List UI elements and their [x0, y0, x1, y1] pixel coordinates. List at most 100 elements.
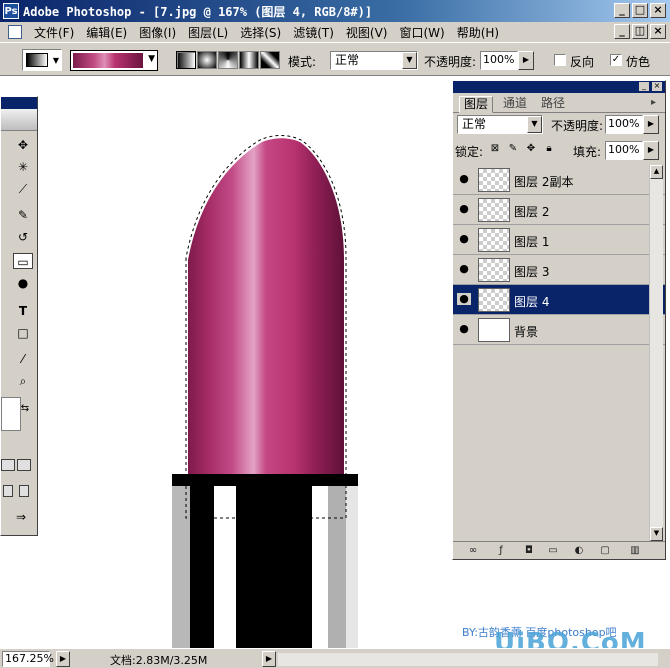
menu-filter[interactable]: 滤镜(T)	[287, 24, 340, 41]
layer-row-selected[interactable]: ● 图层 4	[453, 285, 665, 315]
lock-all-icon[interactable]: 🔒︎	[541, 141, 557, 157]
zoom-tool-icon[interactable]: ⌕	[15, 373, 31, 389]
horizontal-scrollbar[interactable]	[278, 653, 658, 666]
panel-header[interactable]: _ ×	[453, 81, 665, 93]
blend-mode-value: 正常	[462, 117, 487, 131]
document-info: 文档:2.83M/3.25M	[110, 654, 208, 667]
maximize-button[interactable]: □	[632, 3, 648, 18]
eye-icon[interactable]: ●	[457, 293, 471, 305]
menu-edit[interactable]: 编辑(E)	[80, 24, 133, 41]
menu-file[interactable]: 文件(F)	[28, 24, 80, 41]
panel-menu-icon[interactable]: ▸	[647, 95, 660, 112]
tab-paths[interactable]: 路径	[537, 96, 569, 113]
status-menu-button[interactable]: ▶	[56, 651, 70, 667]
menu-window[interactable]: 窗口(W)	[393, 24, 450, 41]
adjustment-layer-icon[interactable]: ◐	[573, 545, 585, 556]
panel-close-button[interactable]: ×	[652, 82, 662, 91]
status-arrow-button[interactable]: ▶	[262, 651, 276, 667]
reverse-label: 反向	[570, 55, 595, 69]
menu-bar: 文件(F) 编辑(E) 图像(I) 图层(L) 选择(S) 滤镜(T) 视图(V…	[0, 22, 670, 42]
lock-label: 锁定:	[455, 145, 484, 159]
fill-field[interactable]: 100%	[605, 141, 643, 160]
layers-scrollbar[interactable]: ▲ ▼	[649, 165, 663, 541]
eye-icon[interactable]: ●	[457, 203, 471, 215]
doc-minimize-button[interactable]: _	[614, 24, 630, 39]
eyedropper-icon[interactable]: ⁄	[15, 351, 31, 367]
diamond-gradient-button[interactable]	[260, 51, 280, 69]
eye-icon[interactable]: ●	[457, 263, 471, 275]
burn-tool-icon[interactable]: ●	[15, 275, 31, 291]
blend-mode-select[interactable]: 正常 ▼	[457, 115, 543, 134]
opacity-field[interactable]: 100%	[480, 51, 518, 70]
doc-close-button[interactable]: ×	[650, 24, 666, 39]
toolbox-header[interactable]	[1, 97, 37, 109]
layer-opacity-slider-button[interactable]: ▶	[643, 115, 659, 134]
angle-gradient-button[interactable]	[218, 51, 238, 69]
jump-to-imageready-icon[interactable]: ⇒	[13, 509, 29, 525]
move-tool-icon[interactable]: ✥	[15, 137, 31, 153]
shape-tool-icon[interactable]: □	[15, 325, 31, 341]
reverse-checkbox[interactable]	[554, 54, 566, 66]
linear-gradient-button[interactable]	[176, 51, 196, 69]
screen-mode-1-button[interactable]	[3, 485, 13, 497]
minimize-button[interactable]: _	[614, 3, 630, 18]
eye-icon[interactable]: ●	[457, 323, 471, 335]
gradient-tool-icon	[26, 53, 48, 67]
add-mask-icon[interactable]: ◘	[523, 545, 535, 556]
layer-style-icon[interactable]: ƒ	[495, 545, 507, 556]
menu-select[interactable]: 选择(S)	[234, 24, 287, 41]
lock-position-icon[interactable]: ✥	[523, 141, 539, 157]
gradient-tool-icon[interactable]: ▭	[13, 253, 33, 269]
type-tool-icon[interactable]: T	[15, 303, 31, 319]
scroll-up-button[interactable]: ▲	[650, 165, 663, 179]
fill-slider-button[interactable]: ▶	[643, 141, 659, 160]
layer-name: 图层 3	[514, 265, 550, 279]
layer-row[interactable]: ● 图层 2副本	[453, 165, 665, 195]
layer-opacity-field[interactable]: 100%	[605, 115, 643, 134]
chevron-down-icon: ▼	[527, 116, 542, 133]
opacity-label: 不透明度:	[424, 55, 477, 69]
reflected-gradient-button[interactable]	[239, 51, 259, 69]
lock-transparency-icon[interactable]: ⊠	[487, 141, 503, 157]
background-color-swatch[interactable]	[1, 397, 21, 431]
magic-wand-icon[interactable]: ✳	[15, 159, 31, 175]
gradient-picker[interactable]: ▼	[70, 50, 158, 71]
scroll-down-button[interactable]: ▼	[650, 527, 663, 541]
layer-row[interactable]: ● 图层 3	[453, 255, 665, 285]
mode-select[interactable]: 正常 ▼	[330, 51, 418, 70]
layer-row[interactable]: ● 背景	[453, 315, 665, 345]
case-top-band	[172, 474, 358, 486]
slice-tool-icon[interactable]: ⟋	[15, 181, 31, 197]
layer-row[interactable]: ● 图层 2	[453, 195, 665, 225]
menu-image[interactable]: 图像(I)	[133, 24, 182, 41]
new-layer-icon[interactable]: ▢	[599, 545, 611, 556]
brush-tool-icon[interactable]: ✎	[15, 207, 31, 223]
tab-channels[interactable]: 通道	[499, 96, 531, 113]
close-button[interactable]: ×	[650, 3, 666, 18]
new-set-icon[interactable]: ▭	[547, 545, 559, 556]
layer-name: 背景	[514, 325, 539, 339]
doc-restore-button[interactable]: ◫	[632, 24, 648, 39]
layer-row[interactable]: ● 图层 1	[453, 225, 665, 255]
radial-gradient-button[interactable]	[197, 51, 217, 69]
case-black-left	[190, 486, 214, 648]
opacity-slider-button[interactable]: ▶	[518, 51, 534, 70]
history-brush-icon[interactable]: ↺	[15, 229, 31, 245]
dither-checkbox[interactable]: ✓	[610, 54, 622, 66]
link-icon[interactable]: ∞	[467, 545, 479, 556]
trash-icon[interactable]: ▥	[629, 545, 641, 556]
eye-icon[interactable]: ●	[457, 233, 471, 245]
standard-mode-button[interactable]	[1, 459, 15, 471]
quick-mask-button[interactable]	[17, 459, 31, 471]
menu-help[interactable]: 帮助(H)	[451, 24, 505, 41]
panel-minimize-button[interactable]: _	[639, 82, 649, 91]
menu-view[interactable]: 视图(V)	[340, 24, 394, 41]
document-icon[interactable]	[8, 25, 22, 39]
tab-layers[interactable]: 图层	[459, 96, 494, 113]
tool-preset-picker[interactable]: ▼	[22, 49, 62, 71]
menu-layer[interactable]: 图层(L)	[182, 24, 234, 41]
lock-image-icon[interactable]: ✎	[505, 141, 521, 157]
screen-mode-2-button[interactable]	[19, 485, 29, 497]
eye-icon[interactable]: ●	[457, 173, 471, 185]
zoom-field[interactable]: 167.25%	[2, 651, 54, 667]
